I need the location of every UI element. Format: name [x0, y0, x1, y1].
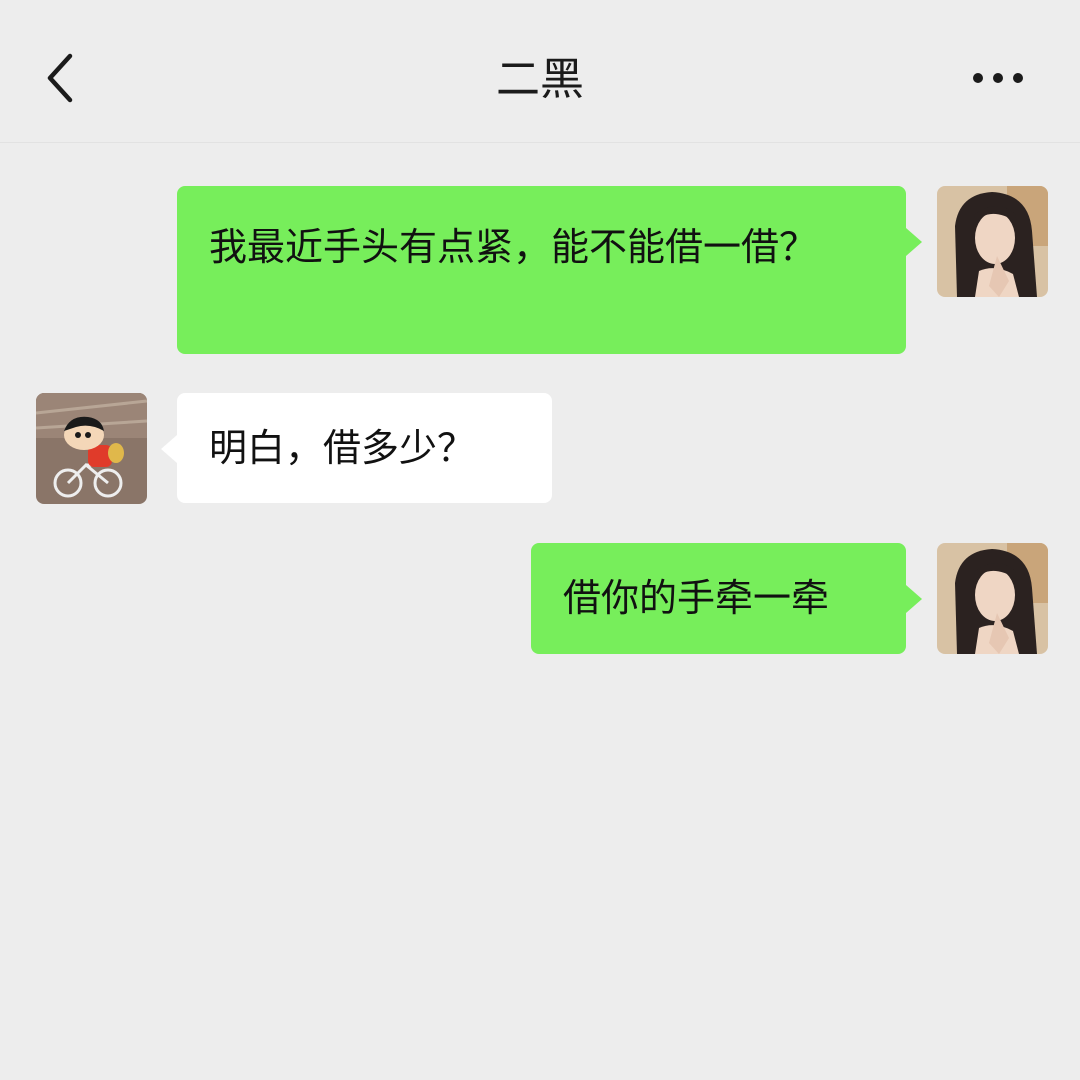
- my-avatar[interactable]: [937, 186, 1048, 297]
- bubble-tail: [906, 585, 922, 613]
- message-text: 借你的手牵一牵: [563, 576, 830, 620]
- chat-header: 二黑: [0, 0, 1080, 143]
- more-dots-icon: [973, 73, 1023, 83]
- message-row: 明白，借多少？: [0, 393, 1080, 505]
- contact-avatar[interactable]: [36, 393, 147, 504]
- bubble-tail: [906, 228, 922, 256]
- message-row: 我最近手头有点紧，能不能借一借？: [0, 186, 1080, 356]
- my-avatar[interactable]: [937, 543, 1048, 654]
- chat-title: 二黑: [496, 54, 584, 105]
- message-bubble-received[interactable]: 明白，借多少？: [177, 393, 552, 503]
- message-text: 我最近手头有点紧，能不能借一借？: [209, 225, 818, 269]
- message-bubble-sent[interactable]: 我最近手头有点紧，能不能借一借？: [177, 186, 906, 354]
- more-options-button[interactable]: [966, 58, 1036, 98]
- message-bubble-sent[interactable]: 借你的手牵一牵: [531, 543, 906, 654]
- message-text: 明白，借多少？: [209, 426, 476, 470]
- message-row: 借你的手牵一牵: [0, 543, 1080, 655]
- bubble-tail: [161, 435, 177, 463]
